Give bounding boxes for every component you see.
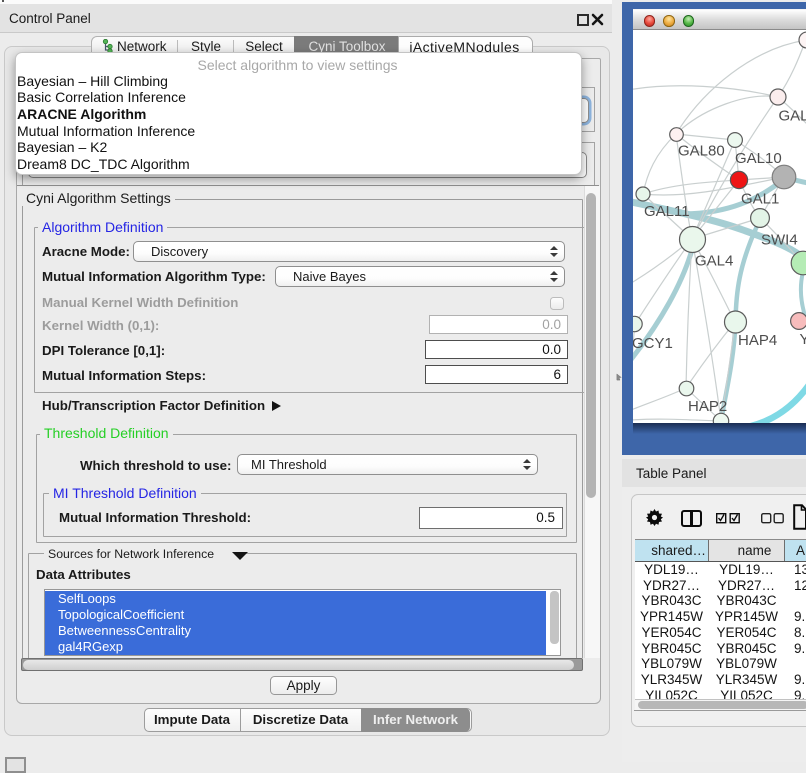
svg-text:GAL1: GAL1 [741, 191, 779, 208]
svg-text:Y: Y [800, 331, 806, 348]
svg-text:HAP2: HAP2 [688, 398, 727, 415]
svg-text:GAL10: GAL10 [735, 150, 782, 167]
svg-text:GCY1: GCY1 [633, 335, 673, 352]
svg-text:GAL7: GAL7 [779, 108, 806, 125]
svg-text:GAL80: GAL80 [678, 143, 725, 160]
svg-text:GAL4: GAL4 [695, 253, 733, 270]
svg-text:GAL11: GAL11 [644, 203, 690, 220]
svg-text:SWI4: SWI4 [761, 232, 798, 249]
svg-text:HAP4: HAP4 [738, 332, 777, 349]
